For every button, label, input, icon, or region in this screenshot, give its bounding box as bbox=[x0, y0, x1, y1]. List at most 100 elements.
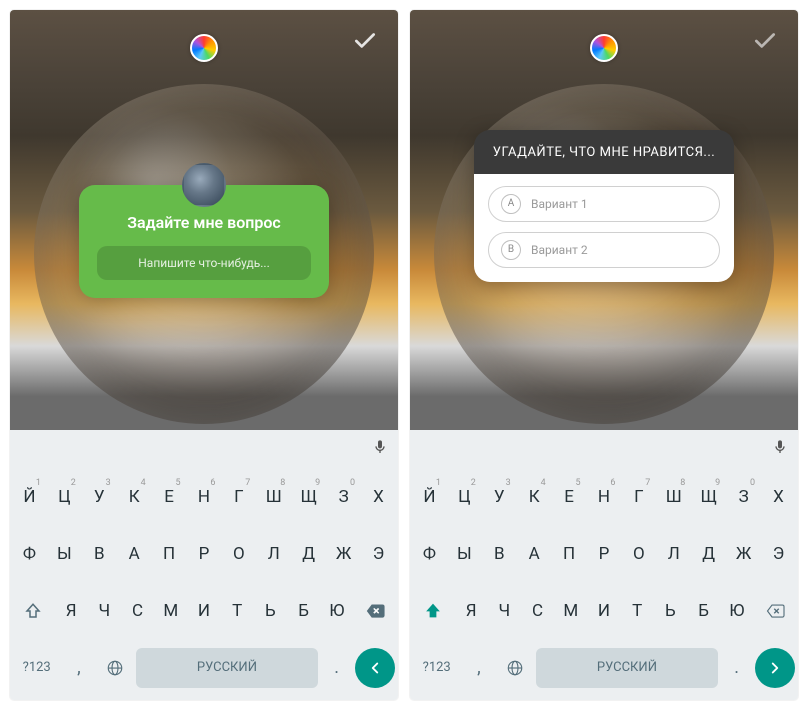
key-Я[interactable]: Я bbox=[456, 590, 487, 632]
quiz-title[interactable]: УГАДАЙТЕ, ЧТО МНЕ НРАВИТСЯ... bbox=[474, 130, 734, 174]
key-О[interactable]: О bbox=[622, 533, 655, 575]
key-Ь[interactable]: Ь bbox=[655, 590, 686, 632]
quiz-option-label: Вариант 2 bbox=[531, 243, 588, 257]
story-canvas[interactable]: Задайте мне вопрос Напишите что-нибудь..… bbox=[10, 10, 398, 430]
symbols-key[interactable]: ?123 bbox=[13, 648, 60, 688]
key-С[interactable]: С bbox=[522, 590, 553, 632]
key-в[interactable]: в bbox=[83, 533, 116, 575]
quiz-option-b[interactable]: B Вариант 2 bbox=[488, 232, 720, 268]
question-sticker[interactable]: Задайте мне вопрос Напишите что-нибудь..… bbox=[79, 185, 329, 298]
key-д[interactable]: д bbox=[292, 533, 325, 575]
key-р[interactable]: р bbox=[188, 533, 221, 575]
keyboard-row-3: ячсмитьбю bbox=[10, 582, 398, 639]
key-У[interactable]: У3 bbox=[483, 476, 516, 518]
mic-icon[interactable] bbox=[372, 439, 388, 459]
key-ж[interactable]: ж bbox=[327, 533, 360, 575]
quiz-sticker[interactable]: УГАДАЙТЕ, ЧТО МНЕ НРАВИТСЯ... A Вариант … bbox=[474, 130, 734, 282]
confirm-check-icon[interactable] bbox=[752, 28, 778, 58]
globe-key[interactable] bbox=[497, 648, 533, 688]
key-А[interactable]: А bbox=[518, 533, 551, 575]
mic-icon[interactable] bbox=[772, 439, 788, 459]
key-М[interactable]: М bbox=[555, 590, 586, 632]
story-canvas[interactable]: УГАДАЙТЕ, ЧТО МНЕ НРАВИТСЯ... A Вариант … bbox=[410, 10, 798, 430]
key-Ш[interactable]: Ш8 bbox=[657, 476, 690, 518]
key-ш[interactable]: ш8 bbox=[257, 476, 290, 518]
key-ы[interactable]: ы bbox=[48, 533, 81, 575]
key-и[interactable]: и bbox=[188, 590, 219, 632]
key-Ф[interactable]: Ф bbox=[413, 533, 446, 575]
comma-key[interactable]: , bbox=[462, 648, 495, 688]
key-й[interactable]: й1 bbox=[13, 476, 46, 518]
key-П[interactable]: П bbox=[553, 533, 586, 575]
avatar bbox=[182, 163, 226, 207]
backspace-key[interactable] bbox=[754, 590, 795, 632]
keyboard: Й1Ц2У3К4Е5Н6Г7Ш8Щ9З0Х ФЫВАПРОЛДЖЭ ЯЧСМИТ… bbox=[410, 430, 798, 700]
question-title[interactable]: Задайте мне вопрос bbox=[97, 213, 311, 232]
key-Ч[interactable]: Ч bbox=[489, 590, 520, 632]
key-ь[interactable]: ь bbox=[255, 590, 286, 632]
key-ю[interactable]: ю bbox=[321, 590, 352, 632]
key-к[interactable]: к4 bbox=[118, 476, 151, 518]
key-о[interactable]: о bbox=[222, 533, 255, 575]
key-ф[interactable]: ф bbox=[13, 533, 46, 575]
quiz-option-label: Вариант 1 bbox=[531, 197, 588, 211]
keyboard-rows: й1ц2у3к4е5н6г7ш8щ9з0х фывапролджэ ячсмит… bbox=[10, 468, 398, 700]
key-г[interactable]: г7 bbox=[222, 476, 255, 518]
key-Д[interactable]: Д bbox=[692, 533, 725, 575]
keyboard-row-2: фывапролджэ bbox=[10, 525, 398, 582]
key-щ[interactable]: щ9 bbox=[292, 476, 325, 518]
key-Б[interactable]: Б bbox=[688, 590, 719, 632]
key-Т[interactable]: Т bbox=[622, 590, 653, 632]
key-Ы[interactable]: Ы bbox=[448, 533, 481, 575]
key-Ц[interactable]: Ц2 bbox=[448, 476, 481, 518]
key-Щ[interactable]: Щ9 bbox=[692, 476, 725, 518]
question-input[interactable]: Напишите что-нибудь... bbox=[97, 246, 311, 280]
key-э[interactable]: э bbox=[362, 533, 395, 575]
key-Л[interactable]: Л bbox=[657, 533, 690, 575]
symbols-key[interactable]: ?123 bbox=[413, 648, 460, 688]
key-Р[interactable]: Р bbox=[588, 533, 621, 575]
period-key[interactable]: . bbox=[320, 648, 353, 688]
key-а[interactable]: а bbox=[118, 533, 151, 575]
enter-key[interactable] bbox=[755, 648, 795, 688]
backspace-key[interactable] bbox=[354, 590, 395, 632]
key-Ю[interactable]: Ю bbox=[721, 590, 752, 632]
key-т[interactable]: т bbox=[222, 590, 253, 632]
key-ч[interactable]: ч bbox=[89, 590, 120, 632]
space-key[interactable]: Русский bbox=[536, 648, 718, 688]
key-З[interactable]: З0 bbox=[727, 476, 760, 518]
comma-key[interactable]: , bbox=[62, 648, 95, 688]
key-б[interactable]: б bbox=[288, 590, 319, 632]
globe-key[interactable] bbox=[97, 648, 133, 688]
key-И[interactable]: И bbox=[588, 590, 619, 632]
key-у[interactable]: у3 bbox=[83, 476, 116, 518]
key-ц[interactable]: ц2 bbox=[48, 476, 81, 518]
key-м[interactable]: м bbox=[155, 590, 186, 632]
key-В[interactable]: В bbox=[483, 533, 516, 575]
space-key[interactable]: Русский bbox=[136, 648, 318, 688]
key-я[interactable]: я bbox=[56, 590, 87, 632]
shift-key[interactable] bbox=[13, 590, 54, 632]
key-Е[interactable]: Е5 bbox=[553, 476, 586, 518]
key-п[interactable]: п bbox=[153, 533, 186, 575]
confirm-check-icon[interactable] bbox=[352, 28, 378, 58]
enter-key[interactable] bbox=[355, 648, 395, 688]
color-picker-icon[interactable] bbox=[190, 34, 218, 62]
color-picker-icon[interactable] bbox=[590, 34, 618, 62]
key-Г[interactable]: Г7 bbox=[622, 476, 655, 518]
key-е[interactable]: е5 bbox=[153, 476, 186, 518]
key-Х[interactable]: Х bbox=[762, 476, 795, 518]
key-Ж[interactable]: Ж bbox=[727, 533, 760, 575]
key-с[interactable]: с bbox=[122, 590, 153, 632]
key-н[interactable]: н6 bbox=[188, 476, 221, 518]
key-з[interactable]: з0 bbox=[327, 476, 360, 518]
period-key[interactable]: . bbox=[720, 648, 753, 688]
key-К[interactable]: К4 bbox=[518, 476, 551, 518]
key-Й[interactable]: Й1 bbox=[413, 476, 446, 518]
quiz-option-a[interactable]: A Вариант 1 bbox=[488, 186, 720, 222]
key-л[interactable]: л bbox=[257, 533, 290, 575]
key-Н[interactable]: Н6 bbox=[588, 476, 621, 518]
key-Э[interactable]: Э bbox=[762, 533, 795, 575]
key-х[interactable]: х bbox=[362, 476, 395, 518]
shift-key[interactable] bbox=[413, 590, 454, 632]
